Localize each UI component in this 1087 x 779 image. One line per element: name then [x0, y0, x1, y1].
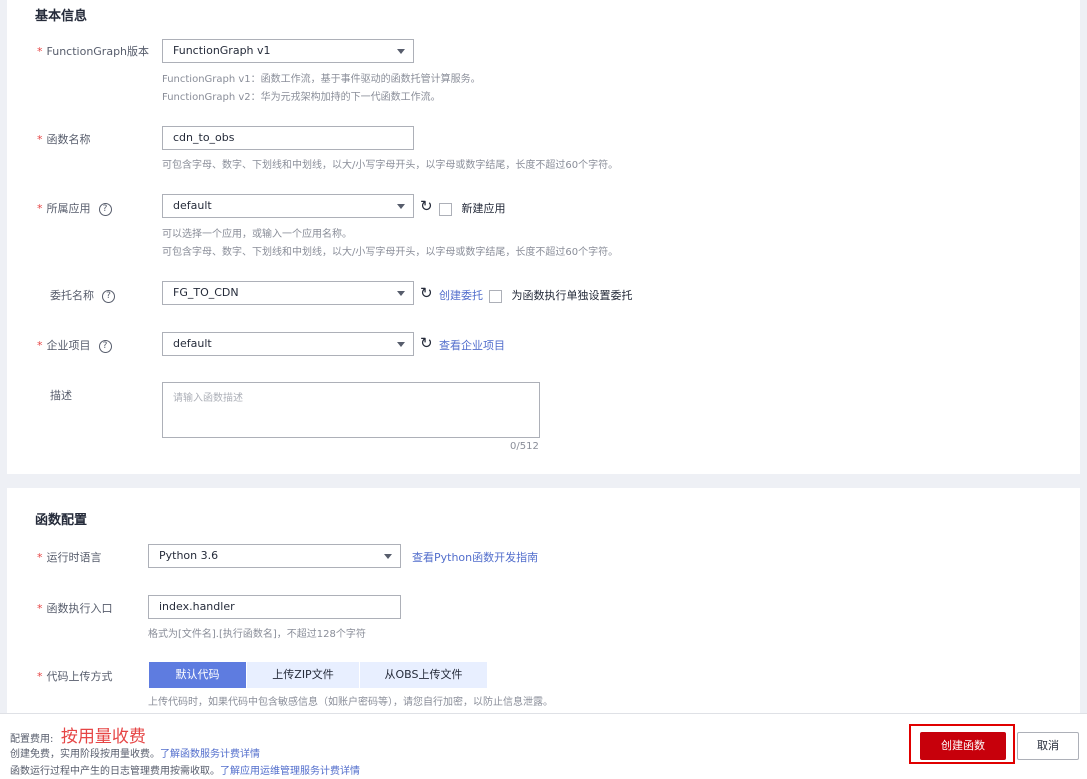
function-config-card: 函数配置 * 运行时语言 Python 3.6 查看Python函数开发指南 * 函…	[7, 488, 1080, 713]
fee-label: 配置费用:	[10, 734, 54, 745]
help-icon[interactable]: ?	[98, 339, 112, 353]
version-label: * FunctionGraph版本	[37, 45, 150, 58]
chevron-down-icon	[384, 554, 392, 559]
help-icon[interactable]: ?	[98, 202, 112, 216]
upload-hint: 上传代码时，如果代码中包含敏感信息（如账户密码等），请您自行加密，以防止信息泄露…	[148, 697, 553, 708]
help-icon[interactable]: ?	[102, 289, 115, 303]
app-select[interactable]: default	[162, 194, 414, 218]
function-billing-link[interactable]: 了解函数服务计费详情	[160, 749, 260, 760]
refresh-icon[interactable]: ↻	[420, 335, 433, 351]
app-hint-2: 可包含字母、数字、下划线和中划线，以大/小写字母开头，以字母或数字结尾，长度不超…	[162, 247, 619, 258]
chevron-down-icon	[397, 204, 405, 209]
handler-hint: 格式为[文件名].[执行函数名]，不超过128个字符	[148, 629, 366, 640]
refresh-icon[interactable]: ↻	[420, 198, 433, 214]
function-name-input[interactable]: cdn_to_obs	[162, 126, 414, 150]
cancel-button[interactable]: 取消	[1017, 732, 1079, 760]
fee-line-2: 函数运行过程中产生的日志管理费用按需收取。了解应用运维管理服务计费详情	[10, 766, 360, 777]
new-app-label: 新建应用	[461, 202, 506, 215]
basic-info-card: 基本信息 * FunctionGraph版本 FunctionGraph v1 F…	[7, 0, 1080, 474]
description-textarea[interactable]: 请输入函数描述	[162, 382, 540, 438]
basic-info-title: 基本信息	[35, 9, 88, 24]
project-select[interactable]: default	[162, 332, 414, 356]
upload-label: * 代码上传方式	[37, 670, 113, 683]
version-hint-v1: FunctionGraph v1：函数工作流，基于事件驱动的函数托管计算服务。	[162, 74, 481, 85]
app-label: * 所属应用?	[37, 200, 112, 216]
version-hint-v2: FunctionGraph v2：华为元戎架构加持的下一代函数工作流。	[162, 92, 441, 103]
view-project-link[interactable]: 查看企业项目	[439, 337, 505, 353]
desc-counter: 0/512	[510, 441, 539, 452]
version-select[interactable]: FunctionGraph v1	[162, 39, 414, 63]
refresh-icon[interactable]: ↻	[420, 285, 433, 301]
chevron-down-icon	[397, 342, 405, 347]
new-app-checkbox-wrap[interactable]: 新建应用	[439, 200, 506, 216]
agency-select[interactable]: FG_TO_CDN	[162, 281, 414, 305]
separate-agency-label: 为函数执行单独设置委托	[511, 289, 633, 302]
fee-line-1: 创建免费，实用阶段按用量收费。了解函数服务计费详情	[10, 749, 260, 760]
separate-agency-checkbox[interactable]	[489, 289, 502, 303]
tab-upload-zip[interactable]: 上传ZIP文件	[247, 662, 359, 688]
fee-row: 配置费用: 按用量收费	[10, 722, 146, 747]
footer-bar: 配置费用: 按用量收费 创建免费，实用阶段按用量收费。了解函数服务计费详情 函数…	[0, 713, 1087, 779]
handler-label: * 函数执行入口	[37, 602, 113, 615]
handler-input[interactable]: index.handler	[148, 595, 401, 619]
chevron-down-icon	[397, 291, 405, 296]
chevron-down-icon	[397, 49, 405, 54]
aom-billing-link[interactable]: 了解应用运维管理服务计费详情	[220, 766, 360, 777]
runtime-select[interactable]: Python 3.6	[148, 544, 401, 568]
runtime-label: * 运行时语言	[37, 551, 102, 564]
create-agency-link[interactable]: 创建委托	[439, 287, 483, 303]
agency-label: 委托名称?	[50, 287, 115, 303]
project-label: * 企业项目?	[37, 337, 112, 353]
new-app-checkbox[interactable]	[439, 202, 452, 216]
tab-default-code[interactable]: 默认代码	[149, 662, 246, 688]
create-function-button[interactable]: 创建函数	[920, 732, 1006, 760]
desc-label: 描述	[50, 389, 72, 402]
tab-upload-obs[interactable]: 从OBS上传文件	[360, 662, 487, 688]
config-title: 函数配置	[35, 513, 88, 528]
fee-value: 按用量收费	[60, 727, 146, 747]
python-guide-link[interactable]: 查看Python函数开发指南	[412, 549, 538, 565]
name-label: * 函数名称	[37, 133, 91, 146]
name-hint: 可包含字母、数字、下划线和中划线，以大/小写字母开头，以字母或数字结尾，长度不超…	[162, 160, 619, 171]
separate-agency-wrap[interactable]: 为函数执行单独设置委托	[489, 287, 633, 303]
app-hint-1: 可以选择一个应用，或输入一个应用名称。	[162, 229, 352, 240]
